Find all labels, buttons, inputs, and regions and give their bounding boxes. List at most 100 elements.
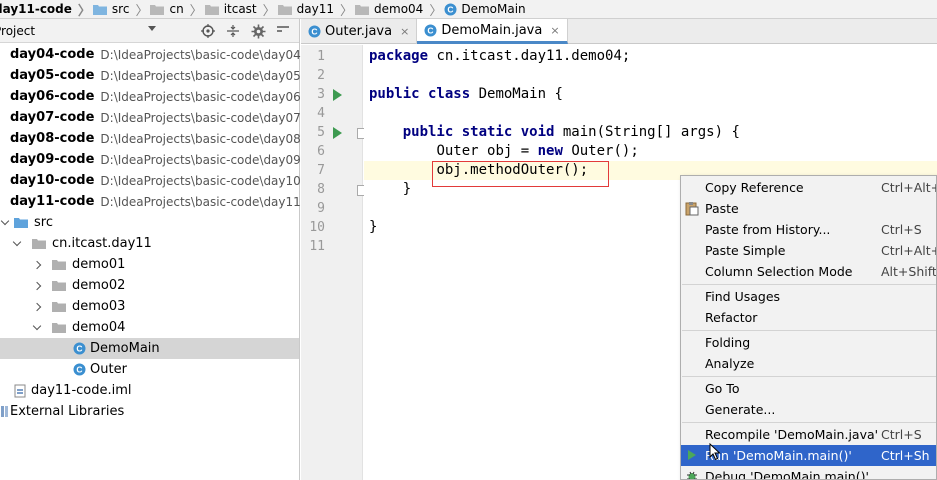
tab-outer-java[interactable]: C Outer.java × xyxy=(301,19,418,44)
folder-icon xyxy=(150,4,165,15)
breadcrumb-label: demo04 xyxy=(374,2,424,16)
menu-item-shortcut: Ctrl+S xyxy=(881,222,922,237)
menu-item-debug[interactable]: Debug 'DemoMain.main()' xyxy=(681,466,936,479)
tree-module-day07[interactable]: day07-code D:\IdeaProjects\basic-code\da… xyxy=(0,107,319,128)
tree-label: day11-code.iml xyxy=(31,383,132,398)
package-icon xyxy=(52,260,66,270)
menu-item-copy-reference[interactable]: Copy Reference Ctrl+Alt+S xyxy=(681,177,936,198)
breadcrumb-item-demo04[interactable]: demo04 〉 xyxy=(355,0,448,18)
menu-item-generate[interactable]: Generate... xyxy=(681,399,936,420)
tree-package-demo03[interactable]: demo03 xyxy=(0,296,299,317)
line-number: 10 xyxy=(309,220,325,235)
menu-item-shortcut: Alt+Shift+ xyxy=(881,264,937,279)
chevron-right-icon[interactable] xyxy=(32,302,42,312)
chevron-down-icon[interactable] xyxy=(12,239,22,249)
breadcrumb-label: src xyxy=(111,2,130,16)
package-icon xyxy=(32,239,46,249)
menu-item-shortcut: Ctrl+Alt+S xyxy=(881,180,936,195)
tree-package-demo02[interactable]: demo02 xyxy=(0,275,299,296)
tree-module-day09[interactable]: day09-code D:\IdeaProjects\basic-code\da… xyxy=(0,149,319,170)
module-path: D:\IdeaProjects\basic-code\day05-co xyxy=(100,68,320,83)
folder-icon xyxy=(92,4,107,15)
line-number: 9 xyxy=(317,201,325,216)
module-name: day06-code xyxy=(10,89,95,104)
chevron-right-icon: 〉 xyxy=(135,3,149,19)
chevron-right-icon[interactable] xyxy=(32,281,42,291)
close-icon[interactable]: × xyxy=(550,24,559,37)
tree-label: demo02 xyxy=(72,278,126,293)
svg-text:C: C xyxy=(76,365,82,375)
tree-module-day11[interactable]: day11-code D:\IdeaProjects\basic-code\da… xyxy=(0,191,319,212)
hide-icon[interactable] xyxy=(275,23,291,39)
tree-external-libraries[interactable]: External Libraries xyxy=(0,401,299,422)
chevron-down-icon[interactable] xyxy=(0,218,10,228)
menu-item-paste-simple[interactable]: Paste Simple Ctrl+Alt+S xyxy=(681,240,936,261)
breadcrumb-item-itcast[interactable]: itcast 〉 xyxy=(204,0,282,18)
breadcrumb-item-class[interactable]: C DemoMain xyxy=(444,0,526,18)
module-path: D:\IdeaProjects\basic-code\day09-co xyxy=(100,152,320,167)
tree-module-day05[interactable]: day05-code D:\IdeaProjects\basic-code\da… xyxy=(0,65,319,86)
class-icon: C xyxy=(424,24,437,36)
breadcrumb-item-src[interactable]: src 〉 xyxy=(92,0,155,19)
tree-file-iml[interactable]: day11-code.iml xyxy=(0,380,299,401)
target-icon[interactable] xyxy=(200,23,216,39)
tree-class-outer[interactable]: C Outer xyxy=(0,359,299,380)
breadcrumb-item-module[interactable]: day11-code 〉 xyxy=(0,0,97,18)
folder-icon xyxy=(204,4,219,15)
package-icon xyxy=(52,323,66,333)
breadcrumb-item-day11[interactable]: day11 〉 xyxy=(277,0,359,18)
menu-item-column-selection-mode[interactable]: Column Selection Mode Alt+Shift+ xyxy=(681,261,937,282)
tree-label: demo04 xyxy=(72,320,126,335)
chevron-down-icon[interactable] xyxy=(148,26,156,31)
menu-item-paste[interactable]: Paste xyxy=(681,198,936,219)
menu-separator xyxy=(682,376,936,377)
menu-item-find-usages[interactable]: Find Usages xyxy=(681,286,936,307)
breadcrumb-label: day11-code xyxy=(0,2,72,16)
tree-module-day06[interactable]: day06-code D:\IdeaProjects\basic-code\da… xyxy=(0,86,319,107)
tree-module-day04[interactable]: day04-code D:\IdeaProjects\basic-code\da… xyxy=(0,44,319,65)
line-number: 8 xyxy=(317,182,325,197)
module-name: day10-code xyxy=(10,173,95,188)
tree-package-root[interactable]: cn.itcast.day11 xyxy=(0,233,299,254)
tree-label: src xyxy=(34,215,53,230)
breadcrumb-label: itcast xyxy=(223,2,257,16)
tab-label: Outer.java xyxy=(325,24,393,39)
menu-item-go-to[interactable]: Go To xyxy=(681,378,936,399)
tab-demomain-java[interactable]: C DemoMain.java × xyxy=(417,19,568,44)
run-gutter-icon[interactable] xyxy=(333,89,342,101)
project-panel-title[interactable]: Project xyxy=(0,24,35,38)
menu-separator xyxy=(682,422,936,423)
tree-module-day08[interactable]: day08-code D:\IdeaProjects\basic-code\da… xyxy=(0,128,319,149)
chevron-down-icon[interactable] xyxy=(32,323,42,333)
tree-class-demomain[interactable]: C DemoMain xyxy=(0,338,299,359)
breadcrumb: day11-code 〉 src 〉 cn 〉 itcast 〉 day11 〉 demo… xyxy=(0,0,937,19)
collapse-icon[interactable] xyxy=(225,23,241,39)
tree-folder-src[interactable]: src xyxy=(0,212,299,233)
line-number: 2 xyxy=(317,68,325,83)
run-gutter-icon[interactable] xyxy=(333,127,342,139)
tree-package-demo04[interactable]: demo04 xyxy=(0,317,299,338)
project-panel-header: Project xyxy=(0,19,299,43)
tree-package-demo01[interactable]: demo01 xyxy=(0,254,299,275)
chevron-right-icon: 〉 xyxy=(189,3,203,19)
editor-gutter[interactable]: 1 2 3 4 5 6 7 8 9 10 11 xyxy=(301,45,368,480)
tree-label: cn.itcast.day11 xyxy=(52,236,152,251)
annotation-highlight-box xyxy=(432,161,609,187)
tree-module-day10[interactable]: day10-code D:\IdeaProjects\basic-code\da… xyxy=(0,170,319,191)
module-name: day11-code xyxy=(10,194,95,209)
chevron-right-icon[interactable] xyxy=(32,260,42,270)
line-number: 7 xyxy=(317,163,325,178)
menu-item-analyze[interactable]: Analyze xyxy=(681,353,936,374)
gear-icon[interactable] xyxy=(250,23,266,39)
menu-item-folding[interactable]: Folding xyxy=(681,332,936,353)
menu-item-recompile[interactable]: Recompile 'DemoMain.java' Ctrl+S xyxy=(681,424,936,445)
breadcrumb-item-cn[interactable]: cn 〉 xyxy=(150,0,208,19)
menu-item-label: Analyze xyxy=(705,356,755,371)
module-name: day05-code xyxy=(10,68,95,83)
module-name: day07-code xyxy=(10,110,95,125)
close-icon[interactable]: × xyxy=(400,25,409,38)
menu-item-paste-from-history[interactable]: Paste from History... Ctrl+S xyxy=(681,219,936,240)
menu-item-refactor[interactable]: Refactor xyxy=(681,307,936,328)
menu-item-label: Paste xyxy=(705,201,739,216)
code-text: } xyxy=(402,181,412,197)
